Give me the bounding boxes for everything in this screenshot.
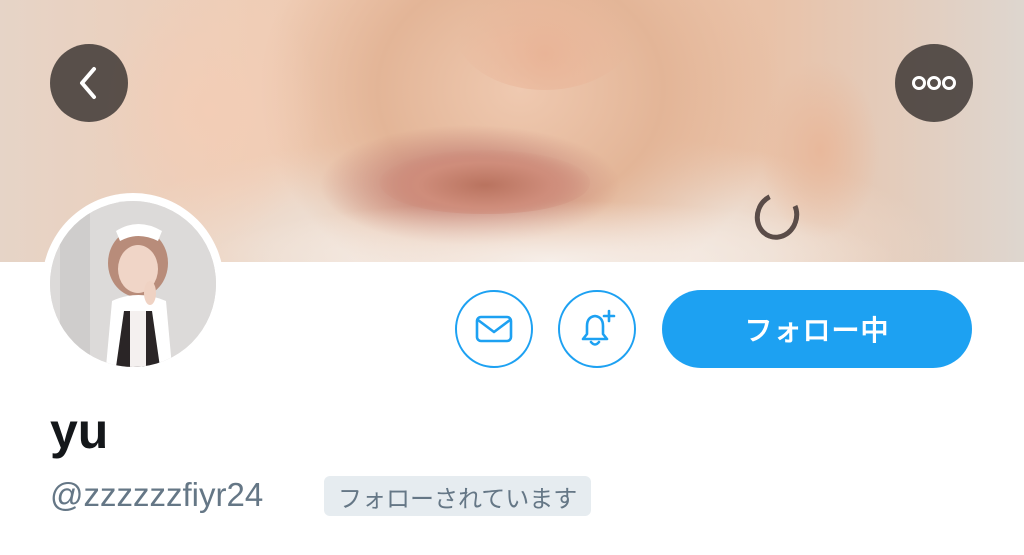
back-button[interactable] [50,44,128,122]
following-button[interactable]: フォロー中 [662,290,972,368]
more-options-button[interactable] [895,44,973,122]
avatar-image [50,201,216,367]
follows-you-badge: フォローされています [324,476,592,516]
user-handle: @zzzzzzfiyr24 [50,476,264,513]
message-button[interactable] [455,290,533,368]
chevron-left-icon [80,67,96,99]
avatar[interactable] [42,193,224,375]
more-horizontal-icon [912,76,956,90]
mail-icon [475,315,513,343]
bell-plus-icon [581,309,616,346]
notifications-button[interactable] [558,290,636,368]
display-name: yu [50,403,109,459]
